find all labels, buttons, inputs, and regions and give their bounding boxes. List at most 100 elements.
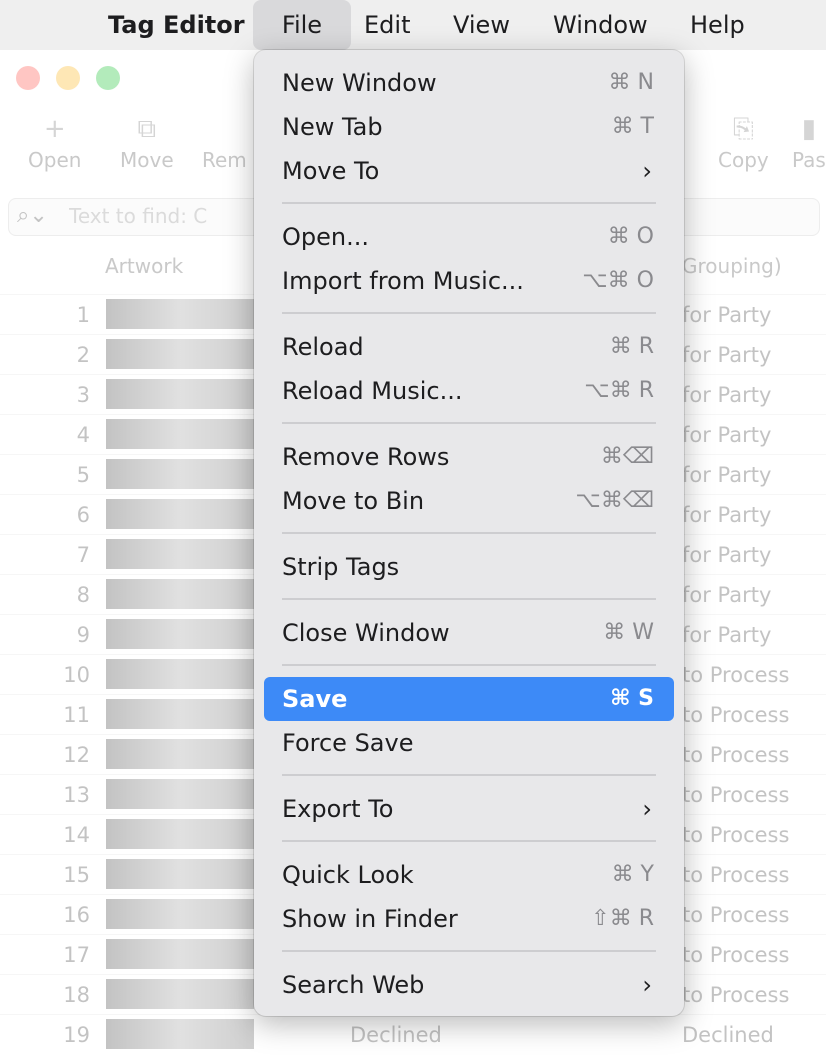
menu-item-label: Close Window (282, 619, 450, 647)
shortcut-label: ⌘ O (607, 224, 654, 249)
toolbar-open-button[interactable]: + Open (28, 114, 81, 172)
artwork-thumbnail (106, 459, 254, 489)
row-number: 9 (76, 623, 90, 647)
toolbar-remove-label: Rem (202, 148, 247, 172)
row-number: 10 (63, 663, 90, 687)
menu-item-label: Open... (282, 223, 369, 251)
toolbar-paste-button[interactable]: ▮ Pas (792, 114, 826, 172)
artwork-thumbnail (106, 819, 254, 849)
menu-window[interactable]: Window (553, 0, 648, 50)
column-header-grouping[interactable]: Grouping) (682, 254, 782, 278)
menu-item-remove-rows[interactable]: Remove Rows ⌘⌫ (264, 435, 674, 479)
menu-help[interactable]: Help (690, 0, 745, 50)
row-number: 14 (63, 823, 90, 847)
apple-logo-icon[interactable] (34, 0, 70, 50)
row-number: 17 (63, 943, 90, 967)
row-number: 12 (63, 743, 90, 767)
menu-item-export-to[interactable]: Export To › (264, 787, 674, 831)
menu-item-label: Show in Finder (282, 905, 458, 933)
menu-item-reload[interactable]: Reload ⌘ R (264, 325, 674, 369)
menu-view[interactable]: View (453, 0, 510, 50)
row-grouping: to Process (682, 903, 790, 927)
menu-item-force-save[interactable]: Force Save (264, 721, 674, 765)
toolbar-paste-label: Pas (792, 148, 826, 172)
menu-item-strip-tags[interactable]: Strip Tags (264, 545, 674, 589)
row-grouping: for Party (682, 463, 772, 487)
menu-file[interactable]: File (253, 0, 351, 50)
artwork-thumbnail (106, 739, 254, 769)
toolbar-move-button[interactable]: ⧉ Move (120, 114, 174, 172)
menu-item-search-web[interactable]: Search Web › (264, 963, 674, 1007)
toolbar-open-label: Open (28, 148, 82, 172)
shortcut-label: ⌥⌘ R (584, 378, 654, 403)
minimize-window-button[interactable] (56, 66, 80, 90)
menu-separator (282, 664, 656, 666)
row-grouping: to Process (682, 703, 790, 727)
table-row[interactable]: 19 Declined Declined (0, 1014, 826, 1055)
row-grouping: to Process (682, 663, 790, 687)
row-grouping: for Party (682, 543, 772, 567)
menu-separator (282, 950, 656, 952)
shortcut-label: ⇧⌘ R (591, 906, 654, 931)
row-grouping: for Party (682, 303, 772, 327)
artwork-thumbnail (106, 539, 254, 569)
shortcut-label: ⌘ S (610, 686, 654, 711)
row-grouping: to Process (682, 863, 790, 887)
menu-item-move-to-bin[interactable]: Move to Bin ⌥⌘⌫ (264, 479, 674, 523)
column-header-artwork[interactable]: Artwork (105, 254, 183, 278)
menu-item-move-to[interactable]: Move To › (264, 149, 674, 193)
search-icon: ⌕⌄ (17, 203, 48, 228)
menu-item-show-in-finder[interactable]: Show in Finder ⇧⌘ R (264, 897, 674, 941)
menu-item-label: Strip Tags (282, 553, 400, 581)
artwork-thumbnail (106, 299, 254, 329)
toolbar-copy-label: Copy (718, 148, 769, 172)
artwork-thumbnail (106, 619, 254, 649)
menu-edit[interactable]: Edit (364, 0, 410, 50)
menu-separator (282, 598, 656, 600)
menu-bar: Tag Editor File Edit View Window Help (0, 0, 826, 50)
menu-separator (282, 840, 656, 842)
row-grouping: to Process (682, 823, 790, 847)
artwork-thumbnail (106, 499, 254, 529)
menu-item-import-from-music[interactable]: Import from Music... ⌥⌘ O (264, 259, 674, 303)
menu-item-label: Import from Music... (282, 267, 524, 295)
toolbar-copy-button[interactable]: ⎘ Copy (718, 114, 769, 172)
row-grouping: for Party (682, 383, 772, 407)
menu-item-open[interactable]: Open... ⌘ O (264, 215, 674, 259)
row-number: 18 (63, 983, 90, 1007)
menu-item-new-tab[interactable]: New Tab ⌘ T (264, 105, 674, 149)
row-grouping: for Party (682, 423, 772, 447)
artwork-thumbnail (106, 1019, 254, 1049)
chevron-right-icon: › (642, 971, 652, 999)
row-number: 7 (76, 543, 90, 567)
shortcut-label: ⌘ T (611, 114, 654, 139)
menu-item-quick-look[interactable]: Quick Look ⌘ Y (264, 853, 674, 897)
shortcut-label: ⌥⌘ O (582, 268, 654, 293)
row-number: 19 (63, 1023, 90, 1047)
menu-separator (282, 312, 656, 314)
shortcut-label: ⌥⌘⌫ (575, 488, 654, 513)
shortcut-label: ⌘ R (609, 334, 654, 359)
app-name[interactable]: Tag Editor (108, 0, 245, 50)
artwork-thumbnail (106, 779, 254, 809)
menu-item-label: Move to Bin (282, 487, 425, 515)
close-window-button[interactable] (16, 66, 40, 90)
toolbar-remove-button[interactable]: Rem (202, 114, 247, 172)
menu-item-label: New Tab (282, 113, 383, 141)
artwork-thumbnail (106, 899, 254, 929)
row-grouping: for Party (682, 623, 772, 647)
row-status: Declined (350, 1023, 442, 1047)
menu-item-reload-music[interactable]: Reload Music... ⌥⌘ R (264, 369, 674, 413)
menu-item-new-window[interactable]: New Window ⌘ N (264, 61, 674, 105)
row-grouping: for Party (682, 343, 772, 367)
shortcut-label: ⌘ W (603, 620, 654, 645)
menu-item-close-window[interactable]: Close Window ⌘ W (264, 611, 674, 655)
zoom-window-button[interactable] (96, 66, 120, 90)
move-icon: ⧉ (137, 114, 157, 144)
row-grouping: to Process (682, 943, 790, 967)
menu-item-label: Remove Rows (282, 443, 450, 471)
plus-icon: + (43, 114, 66, 144)
menu-item-label: Save (282, 685, 348, 713)
menu-item-save[interactable]: Save ⌘ S (264, 677, 674, 721)
menu-separator (282, 532, 656, 534)
